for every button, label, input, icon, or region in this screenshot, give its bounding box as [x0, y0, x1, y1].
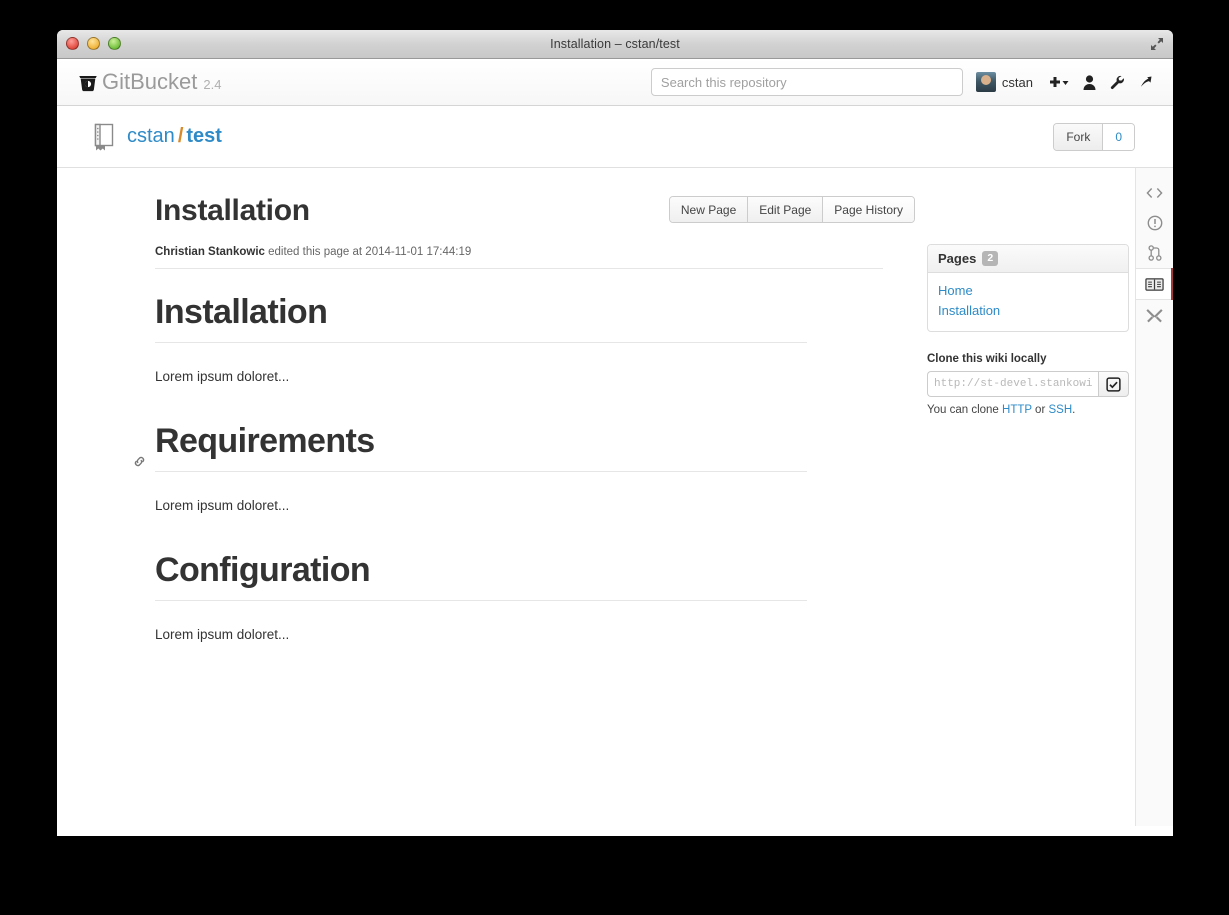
window-title: Installation – cstan/test: [550, 37, 680, 51]
sidebar: Pages 2 Home Installation Clone this wik…: [927, 194, 1129, 836]
fullscreen-icon[interactable]: [1147, 34, 1167, 54]
brand-name: GitBucket: [102, 69, 198, 94]
section-body: Lorem ipsum doloret...: [155, 627, 290, 642]
plus-dropdown-icon[interactable]: [1047, 76, 1069, 89]
brand-logo[interactable]: GitBucket 2.4: [77, 71, 221, 93]
clone-note-or: or: [1031, 404, 1049, 417]
list-item[interactable]: Home: [938, 281, 1118, 301]
clone-note: You can clone HTTP or SSH.: [927, 404, 1129, 416]
clone-row: [927, 371, 1129, 398]
repository-icon: [93, 123, 116, 151]
app-version: 2.4: [203, 77, 222, 92]
window-traffic-lights: [66, 37, 121, 50]
search-input[interactable]: [650, 68, 963, 96]
app-header: GitBucket 2.4 cstan: [57, 59, 1173, 106]
pages-list: Home Installation: [928, 273, 1128, 331]
minimize-button[interactable]: [87, 37, 100, 50]
breadcrumb-owner[interactable]: cstan: [127, 125, 175, 147]
content-section: Installation Lorem ipsum doloret...: [155, 293, 807, 384]
header-right-group: cstan: [650, 68, 1153, 96]
desktop-background: Installation – cstan/test GitBucket 2.4: [0, 0, 1229, 915]
clone-http-link[interactable]: HTTP: [1002, 404, 1032, 416]
fork-count[interactable]: 0: [1103, 123, 1134, 150]
copy-to-clipboard-icon[interactable]: [1098, 371, 1129, 398]
sign-out-icon[interactable]: [1138, 75, 1153, 89]
pages-title: Pages: [938, 251, 977, 266]
wiki-content: Installation Lorem ipsum doloret... Requ…: [134, 293, 807, 642]
breadcrumb: cstan / test: [127, 125, 222, 148]
user-icon[interactable]: [1083, 74, 1096, 90]
page-history-button[interactable]: Page History: [823, 197, 914, 222]
clone-url-input[interactable]: [927, 371, 1098, 398]
section-body: Lorem ipsum doloret...: [155, 369, 290, 384]
section-heading: Configuration: [155, 551, 807, 601]
clone-note-prefix: You can clone: [927, 404, 1003, 417]
fork-button[interactable]: Fork: [1054, 123, 1104, 150]
avatar[interactable]: [975, 72, 996, 92]
repository-header: cstan / test Fork 0: [57, 106, 1173, 168]
browser-window: Installation – cstan/test GitBucket 2.4: [57, 30, 1173, 836]
content-section: Configuration Lorem ipsum doloret...: [155, 551, 807, 642]
page-title: Installation: [155, 194, 310, 227]
section-heading-text: Requirements: [155, 422, 375, 460]
page-byline: Christian Stankowic edited this page at …: [155, 246, 883, 269]
fork-group: Fork 0: [1053, 122, 1135, 151]
zoom-button[interactable]: [108, 37, 121, 50]
page-action-group: New Page Edit Page Page History: [668, 196, 915, 223]
wrench-icon[interactable]: [1110, 75, 1124, 90]
breadcrumb-separator: /: [177, 125, 184, 147]
rail-item-pull-requests[interactable]: [1136, 238, 1173, 268]
rail-item-code[interactable]: [1136, 178, 1173, 208]
clone-ssh-link[interactable]: SSH: [1048, 404, 1072, 416]
clone-note-suffix: .: [1072, 404, 1076, 417]
content-column: Installation New Page Edit Page Page His…: [57, 194, 923, 836]
breadcrumb-repo[interactable]: test: [186, 125, 222, 147]
content-section: Requirements Lorem ipsum doloret...: [134, 422, 807, 513]
bucket-logo-icon: [77, 71, 99, 93]
byline-author: Christian Stankowic: [155, 246, 265, 258]
clone-section-title: Clone this wiki locally: [927, 353, 1047, 366]
page-head: Installation New Page Edit Page Page His…: [155, 194, 923, 227]
section-heading: Installation: [155, 293, 807, 343]
list-item[interactable]: Installation: [938, 301, 1118, 321]
page-body: Installation New Page Edit Page Page His…: [57, 168, 1173, 836]
section-heading: Requirements: [134, 422, 807, 472]
new-page-button[interactable]: New Page: [669, 197, 749, 222]
rail-item-issues[interactable]: [1136, 208, 1173, 238]
section-body: Lorem ipsum doloret...: [155, 498, 290, 513]
close-button[interactable]: [66, 37, 79, 50]
pages-panel-header: Pages 2: [928, 245, 1128, 273]
rail-item-settings[interactable]: [1136, 300, 1173, 330]
rail-item-wiki[interactable]: [1136, 268, 1173, 300]
repository-nav-rail: [1135, 168, 1173, 826]
pages-panel: Pages 2 Home Installation: [927, 244, 1129, 333]
user-name[interactable]: cstan: [1002, 75, 1033, 90]
byline-text: edited this page at 2014-11-01 17:44:19: [264, 246, 472, 258]
edit-page-button[interactable]: Edit Page: [748, 197, 824, 222]
anchor-link-icon[interactable]: [133, 438, 146, 477]
window-titlebar[interactable]: Installation – cstan/test: [57, 30, 1173, 59]
pages-count-badge: 2: [982, 251, 999, 266]
